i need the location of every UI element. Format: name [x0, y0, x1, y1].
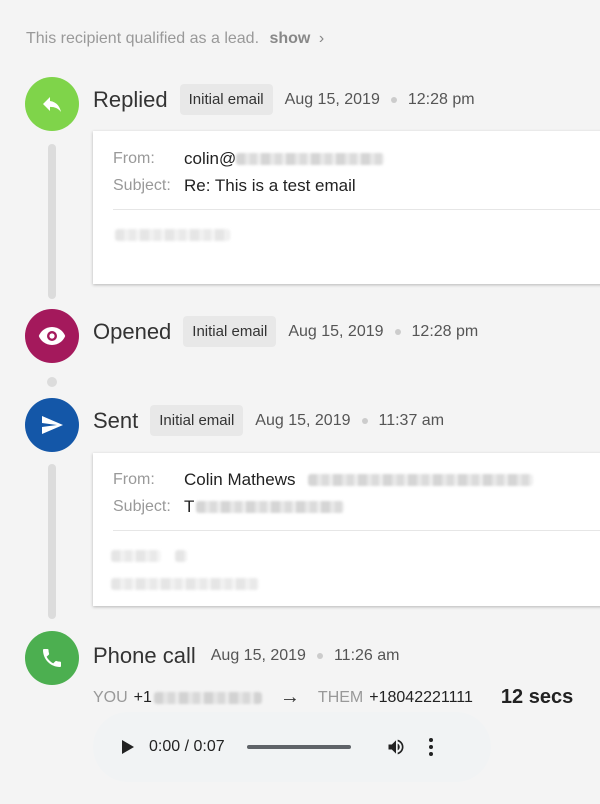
email-body [93, 531, 600, 593]
from-row: From: Colin Mathews [113, 466, 600, 493]
subject-label: Subject: [113, 176, 171, 194]
event-date: Aug 15, 2019 [288, 322, 384, 340]
from-value: Colin Mathews [184, 469, 296, 489]
event-opened-header: Opened Initial email Aug 15, 2019 12:28 … [93, 316, 478, 347]
sequence-badge: Initial email [179, 84, 273, 115]
reply-icon [25, 77, 79, 131]
separator-dot [394, 328, 401, 335]
call-details: YOU +1 → THEM +18042221111 12 secs [93, 686, 573, 709]
from-value: colin@ [184, 148, 237, 168]
event-title: Phone call [93, 643, 196, 668]
send-icon [25, 398, 79, 452]
caller-number: +1 [133, 688, 152, 706]
subject-row: Subject: Re: This is a test email [113, 172, 600, 199]
redacted-text [111, 549, 161, 562]
redacted-text [115, 228, 230, 241]
redacted-text [196, 500, 345, 513]
sequence-badge: Initial email [183, 316, 277, 347]
redacted-text [153, 691, 262, 704]
audio-player: 0:00 / 0:07 [93, 712, 491, 782]
from-label: From: [113, 149, 155, 167]
subject-label: Subject: [113, 497, 171, 515]
show-link[interactable]: show [269, 30, 310, 47]
redacted-text [111, 577, 259, 590]
caller-label: YOU [93, 688, 128, 706]
email-body [93, 210, 600, 244]
redacted-text [236, 152, 385, 165]
timeline-dot [47, 377, 57, 387]
phone-icon [25, 631, 79, 685]
timeline-connector [48, 144, 56, 299]
sequence-badge: Initial email [150, 405, 244, 436]
separator-dot [361, 417, 368, 424]
subject-value: Re: This is a test email [184, 175, 356, 195]
subject-row: Subject: T [113, 493, 600, 520]
callee-label: THEM [317, 688, 364, 706]
lead-note-text: This recipient qualified as a lead. [26, 30, 260, 47]
play-icon[interactable] [121, 739, 135, 755]
eye-icon [25, 309, 79, 363]
event-date: Aug 15, 2019 [284, 90, 380, 108]
from-row: From: colin@ [113, 145, 600, 172]
more-vert-icon[interactable] [428, 738, 433, 756]
from-label: From: [113, 470, 155, 488]
chevron-right-icon[interactable]: › [319, 30, 324, 47]
event-replied-header: Replied Initial email Aug 15, 2019 12:28… [93, 84, 475, 115]
event-time: 11:37 am [378, 411, 445, 429]
event-title: Replied [93, 86, 168, 112]
separator-dot [390, 96, 397, 103]
progress-slider[interactable] [246, 745, 351, 749]
redacted-text [307, 473, 533, 486]
call-duration: 12 secs [500, 686, 574, 708]
event-date: Aug 15, 2019 [210, 647, 306, 664]
redacted-text [175, 549, 188, 562]
playback-time: 0:00 / 0:07 [149, 738, 225, 755]
subject-value: T [184, 496, 195, 516]
event-time: 11:26 am [333, 647, 400, 664]
event-time: 12:28 pm [407, 90, 475, 108]
event-phone-header: Phone call Aug 15, 2019 11:26 am [93, 643, 399, 669]
event-sent-header: Sent Initial email Aug 15, 2019 11:37 am [93, 405, 444, 436]
separator-dot [316, 653, 323, 659]
event-time: 12:28 pm [411, 322, 479, 340]
email-card-sent[interactable]: From: Colin Mathews Subject: T [93, 453, 600, 606]
callee-number: +18042221111 [369, 688, 473, 706]
event-title: Opened [93, 318, 172, 344]
arrow-right-icon: → [279, 686, 300, 708]
volume-icon[interactable] [385, 737, 407, 757]
timeline-connector [48, 464, 56, 619]
email-card-replied[interactable]: From: colin@ Subject: Re: This is a test… [93, 131, 600, 284]
event-date: Aug 15, 2019 [255, 411, 351, 429]
event-title: Sent [93, 407, 139, 433]
lead-note: This recipient qualified as a lead. show… [26, 30, 324, 48]
